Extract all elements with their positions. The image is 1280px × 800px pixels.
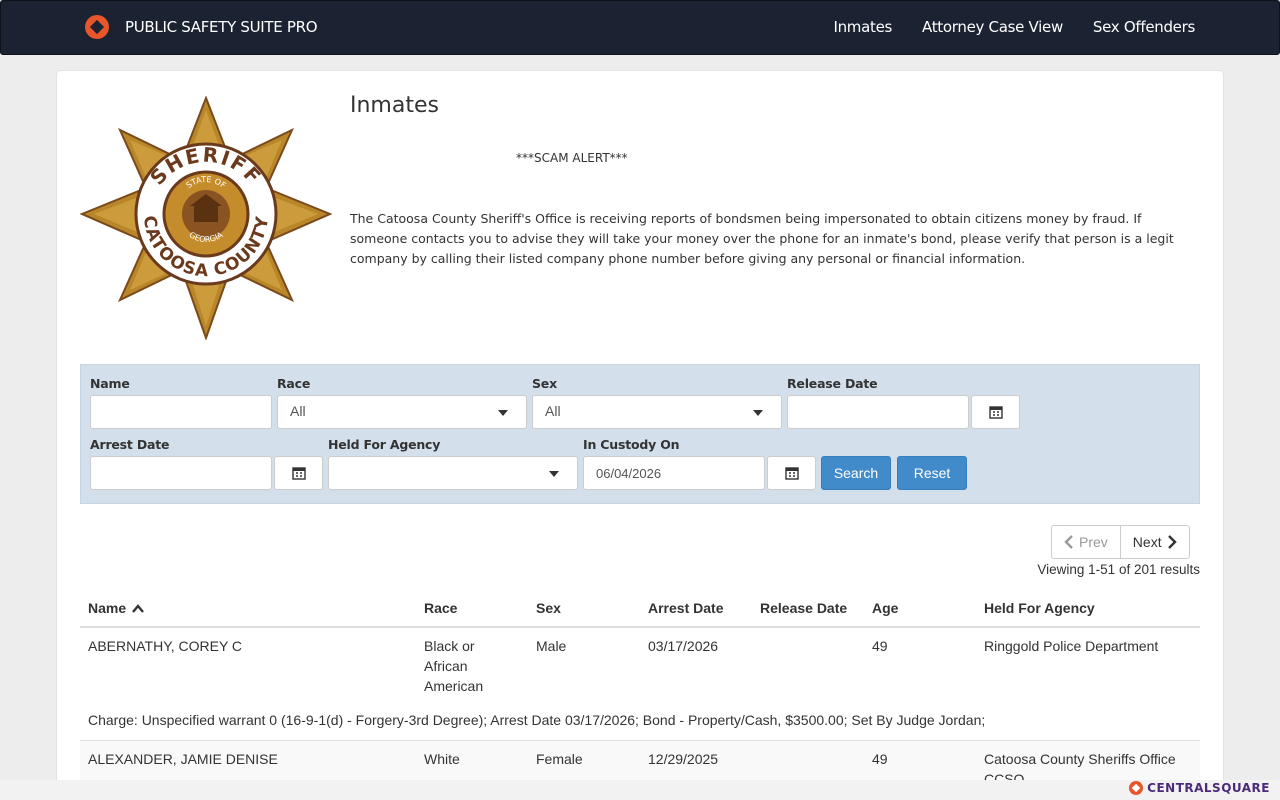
centralsquare-text: CENTRALSQUARE	[1147, 781, 1270, 795]
col-header-age[interactable]: Age	[872, 600, 898, 616]
cell-name: ALEXANDER, JAMIE DENISE	[88, 751, 278, 767]
calendar-icon	[988, 406, 1003, 419]
calendar-icon	[784, 467, 799, 480]
cell-sex: Female	[536, 751, 583, 767]
col-name-label: Name	[88, 600, 127, 616]
centralsquare-mark-icon	[1129, 781, 1144, 795]
nav-sex-offenders[interactable]: Sex Offenders	[1093, 18, 1195, 36]
scam-notice-text: The Catoosa County Sheriff's Office is r…	[350, 211, 1174, 266]
sort-ascending-icon	[132, 604, 144, 613]
col-header-sex[interactable]: Sex	[536, 600, 561, 616]
in-custody-on-label: In Custody On	[583, 437, 680, 452]
chevron-right-icon	[1167, 535, 1177, 549]
col-header-held-for-agency[interactable]: Held For Agency	[984, 600, 1095, 616]
brand-name: PUBLIC SAFETY SUITE PRO	[125, 18, 318, 36]
cell-arrest-date: 12/29/2025	[648, 751, 719, 767]
arrest-date-input[interactable]	[90, 456, 272, 490]
next-page-button[interactable]: Next	[1121, 526, 1189, 558]
sex-select[interactable]: All	[532, 395, 782, 429]
sex-label: Sex	[532, 376, 557, 391]
release-date-label: Release Date	[787, 376, 878, 391]
nav-attorney-case-view[interactable]: Attorney Case View	[922, 18, 1063, 36]
cell-name: ABERNATHY, COREY C	[88, 638, 243, 654]
race-label: Race	[277, 376, 311, 391]
col-header-release-date[interactable]: Release Date	[760, 600, 847, 616]
prev-label: Prev	[1079, 534, 1108, 550]
top-navbar: PUBLIC SAFETY SUITE PRO Inmates Attorney…	[0, 0, 1280, 55]
held-for-agency-label: Held For Agency	[328, 437, 441, 452]
footer-bar	[0, 780, 1280, 800]
search-button[interactable]: Search	[821, 456, 891, 490]
reset-button[interactable]: Reset	[897, 456, 967, 490]
brand[interactable]: PUBLIC SAFETY SUITE PRO	[85, 15, 318, 39]
results-count: Viewing 1-51 of 201 results	[1037, 562, 1200, 577]
arrest-date-label: Arrest Date	[90, 437, 170, 452]
race-select-value: All	[290, 403, 306, 419]
release-date-calendar-button[interactable]	[971, 395, 1020, 429]
name-input[interactable]	[90, 395, 272, 429]
release-date-input[interactable]	[787, 395, 969, 429]
arrest-date-calendar-button[interactable]	[274, 456, 323, 490]
centralsquare-logo[interactable]: CENTRALSQUARE	[1129, 781, 1270, 795]
cell-charge-details: Charge: Unspecified warrant 0 (16-9-1(d)…	[88, 712, 986, 728]
cell-age: 49	[872, 751, 888, 767]
cell-race: White	[424, 751, 460, 767]
cell-agency: Ringgold Police Department	[984, 638, 1159, 654]
col-header-arrest-date[interactable]: Arrest Date	[648, 600, 723, 616]
name-label: Name	[90, 376, 130, 391]
main-nav: Inmates Attorney Case View Sex Offenders	[833, 18, 1195, 36]
in-custody-on-input[interactable]	[583, 456, 765, 490]
race-select[interactable]: All	[277, 395, 527, 429]
cell-age: 49	[872, 638, 888, 654]
in-custody-calendar-button[interactable]	[767, 456, 816, 490]
page-title: Inmates	[350, 93, 439, 118]
table-header-divider	[80, 626, 1200, 628]
chevron-left-icon	[1064, 535, 1073, 549]
sheriff-badge-logo: SHERIFF CATOOSA COUNTY STATE OF GEORGIA	[80, 96, 332, 340]
cell-race: Black or African American	[424, 638, 484, 694]
calendar-icon	[291, 467, 306, 480]
col-header-name[interactable]: Name	[88, 600, 144, 616]
next-label: Next	[1132, 534, 1162, 550]
cell-arrest-date: 03/17/2026	[648, 638, 719, 654]
pagination: Prev Next	[1051, 525, 1190, 559]
brand-logo-icon	[85, 15, 109, 39]
prev-page-button[interactable]: Prev	[1052, 526, 1121, 558]
nav-inmates[interactable]: Inmates	[833, 18, 892, 36]
sex-select-value: All	[545, 403, 561, 419]
col-header-race[interactable]: Race	[424, 600, 457, 616]
cell-sex: Male	[536, 638, 567, 654]
held-for-agency-select[interactable]	[328, 456, 578, 490]
scam-alert-heading: ***SCAM ALERT***	[516, 151, 628, 165]
